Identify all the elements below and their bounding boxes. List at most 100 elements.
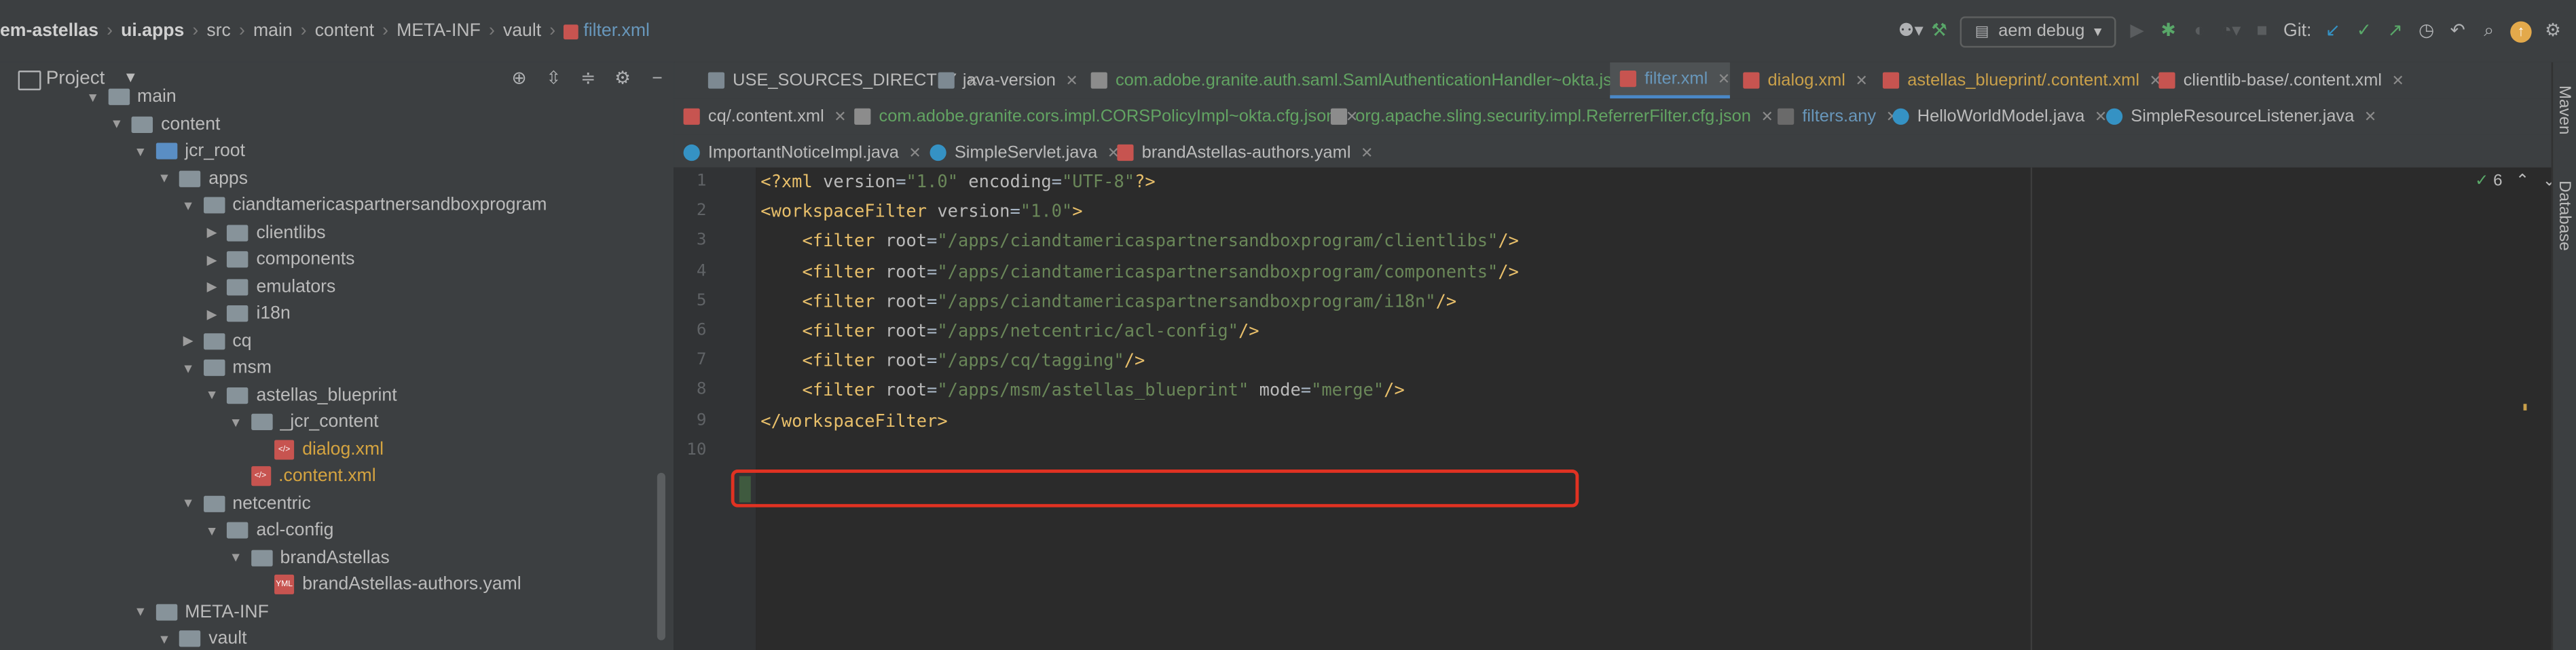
- code-line[interactable]: <filter root="/apps/msm/astellas_bluepri…: [760, 377, 1404, 406]
- code-editor[interactable]: 1 2 3 4 5 6 7 8 9 10 <?xml version="1.0" encoding…: [674, 167, 2576, 650]
- chevron-up-icon[interactable]: ⌃: [2516, 172, 2529, 191]
- line-number[interactable]: 10: [674, 441, 706, 459]
- tree-node[interactable]: </> dialog.xml: [251, 436, 384, 462]
- debug-bug-icon[interactable]: ✱: [2158, 21, 2178, 41]
- code-line[interactable]: <filter root="/apps/ciandtamericaspartne…: [760, 257, 1519, 287]
- editor-tab[interactable]: SimpleServlet.java ✕: [920, 134, 1120, 170]
- chevron-right-icon[interactable]: ▶: [204, 306, 220, 321]
- code-line[interactable]: <workspaceFilter version="1.0">: [760, 197, 1082, 227]
- close-tab-icon[interactable]: ✕: [1718, 70, 1730, 88]
- editor-tab[interactable]: java-version ✕: [928, 62, 1078, 98]
- code-line[interactable]: <?xml version="1.0" encoding="UTF-8"?>: [760, 168, 1155, 197]
- editor-tab[interactable]: cq/.content.xml ✕: [674, 98, 847, 134]
- editor-tab[interactable]: clientlib-base/.content.xml ✕: [2149, 62, 2404, 98]
- tree-node[interactable]: ▼ apps: [156, 165, 248, 191]
- tree-node[interactable]: ▼ content: [109, 111, 220, 137]
- tree-node[interactable]: ▶ clientlibs: [204, 219, 326, 246]
- close-tab-icon[interactable]: ✕: [908, 144, 921, 162]
- rollback-icon[interactable]: ↶: [2448, 21, 2467, 41]
- close-tab-icon[interactable]: ✕: [1855, 71, 1867, 90]
- editor-tab[interactable]: dialog.xml ✕: [1733, 62, 1868, 98]
- close-tab-icon[interactable]: ✕: [2364, 107, 2376, 126]
- editor-tab[interactable]: com.adobe.granite.auth.saml.SamlAuthenti…: [1081, 62, 1653, 98]
- editor-tab[interactable]: org.apache.sling.security.impl.ReferrerF…: [1321, 98, 1773, 134]
- chevron-down-icon[interactable]: ▼: [204, 523, 220, 538]
- update-available-icon[interactable]: ↑: [2510, 20, 2532, 42]
- chevron-right-icon[interactable]: ▶: [204, 225, 220, 240]
- tree-node[interactable]: ▶ emulators: [204, 273, 336, 300]
- options-gear-icon[interactable]: ⚙: [613, 69, 633, 89]
- close-tab-icon[interactable]: ✕: [1065, 71, 1078, 90]
- chevron-down-icon[interactable]: ▼: [156, 631, 172, 646]
- settings-gear-icon[interactable]: ⚙: [2543, 21, 2563, 41]
- tree-node[interactable]: ▼ msm: [180, 355, 272, 381]
- chevron-right-icon[interactable]: ▶: [204, 252, 220, 267]
- line-number[interactable]: 6: [674, 322, 707, 340]
- expand-all-icon[interactable]: ⇳: [544, 69, 564, 89]
- tree-node[interactable]: ▼ netcentric: [180, 490, 310, 516]
- tree-node[interactable]: ▶ i18n: [204, 301, 291, 327]
- build-hammer-icon[interactable]: ⚒: [1930, 21, 1949, 41]
- tree-node[interactable]: ▶ cq: [180, 328, 252, 354]
- database-tool-button[interactable]: Database: [2555, 180, 2573, 251]
- search-icon[interactable]: ⌕: [2479, 21, 2499, 41]
- run-configuration-select[interactable]: ▤ aem debug ▼: [1960, 15, 2116, 47]
- code-line[interactable]: </workspaceFilter>: [760, 406, 947, 436]
- breadcrumb-item[interactable]: main: [253, 21, 293, 41]
- code-line[interactable]: <filter root="/apps/cq/tagging"/>: [760, 347, 1145, 377]
- line-number[interactable]: 4: [674, 262, 707, 280]
- tree-node[interactable]: ▼ brandAstellas: [227, 544, 390, 571]
- git-commit-icon[interactable]: ✓: [2354, 21, 2374, 41]
- tree-node[interactable]: ▼ astellas_blueprint: [204, 382, 397, 408]
- editor-tab[interactable]: filter.xml ✕: [1610, 62, 1731, 99]
- tree-node[interactable]: YML brandAstellas-authors.yaml: [251, 571, 521, 598]
- breadcrumb-file[interactable]: filter.xml: [583, 21, 650, 41]
- chevron-down-icon[interactable]: ▼: [180, 198, 196, 213]
- tree-scrollbar[interactable]: [657, 472, 665, 641]
- editor-tab[interactable]: SimpleResourceListener.java ✕: [2096, 98, 2376, 134]
- editor-tab[interactable]: com.adobe.granite.cors.impl.CORSPolicyIm…: [845, 98, 1358, 134]
- line-number[interactable]: 2: [674, 202, 707, 221]
- tree-node[interactable]: ▼ acl-config: [204, 517, 334, 543]
- line-number[interactable]: 7: [674, 351, 707, 370]
- chevron-down-icon[interactable]: ▼: [123, 69, 138, 85]
- code-line[interactable]: <filter root="/apps/netcentric/acl-confi…: [760, 317, 1259, 347]
- editor-tab[interactable]: HelloWorldModel.java ✕: [1883, 98, 2107, 134]
- inspection-widget[interactable]: ✓ 6 ⌃ ⌄: [2475, 172, 2556, 191]
- code-line[interactable]: <filter root="/apps/ciandtamericaspartne…: [760, 227, 1519, 257]
- hide-minus-icon[interactable]: −: [647, 69, 667, 89]
- chevron-down-icon[interactable]: ▼: [180, 360, 196, 375]
- run-icon[interactable]: ▶: [2127, 21, 2147, 41]
- editor-tab[interactable]: ImportantNoticeImpl.java ✕: [674, 134, 921, 170]
- profile-icon[interactable]: ◔▾: [2221, 21, 2241, 41]
- coverage-icon[interactable]: ◐: [2190, 21, 2209, 41]
- stop-icon[interactable]: ■: [2252, 21, 2272, 41]
- collapse-all-icon[interactable]: ≑: [578, 69, 598, 89]
- git-push-icon[interactable]: ↗: [2385, 21, 2405, 41]
- chevron-down-icon[interactable]: ▼: [156, 171, 172, 186]
- chevron-down-icon[interactable]: ▼: [85, 90, 101, 104]
- code-line[interactable]: <filter root="/apps/ciandtamericaspartne…: [760, 287, 1456, 317]
- git-history-icon[interactable]: ◷: [2416, 21, 2436, 41]
- chevron-right-icon[interactable]: ▶: [180, 333, 196, 348]
- chevron-down-icon[interactable]: ▼: [180, 496, 196, 511]
- editor-tab[interactable]: brandAstellas-authors.yaml ✕: [1107, 134, 1373, 170]
- tree-node[interactable]: ▼ main: [85, 83, 177, 110]
- tree-node[interactable]: ▼ ciandtamericaspartnersandboxprogram: [180, 192, 547, 218]
- tree-node[interactable]: ▼ vault: [156, 626, 246, 650]
- tree-node[interactable]: ▼ _jcr_content: [227, 408, 379, 435]
- git-update-icon[interactable]: ↙: [2323, 21, 2342, 41]
- maven-tool-button[interactable]: Maven: [2555, 85, 2573, 135]
- breadcrumb-item[interactable]: META-INF: [397, 21, 481, 41]
- chevron-down-icon[interactable]: ▼: [109, 117, 125, 132]
- chevron-down-icon[interactable]: ▼: [204, 387, 220, 402]
- chevron-down-icon[interactable]: ▼: [132, 144, 149, 159]
- tree-node[interactable]: ▼ jcr_root: [132, 138, 245, 164]
- editor-tab[interactable]: filters.any✕: [1768, 98, 1898, 134]
- breadcrumb-item[interactable]: ui.apps: [121, 21, 184, 41]
- tree-node[interactable]: ▶ components: [204, 246, 355, 273]
- breadcrumb-item[interactable]: src: [206, 21, 231, 41]
- close-tab-icon[interactable]: ✕: [1361, 144, 1373, 162]
- line-number[interactable]: 8: [674, 381, 707, 400]
- locate-target-icon[interactable]: ⊕: [509, 69, 529, 89]
